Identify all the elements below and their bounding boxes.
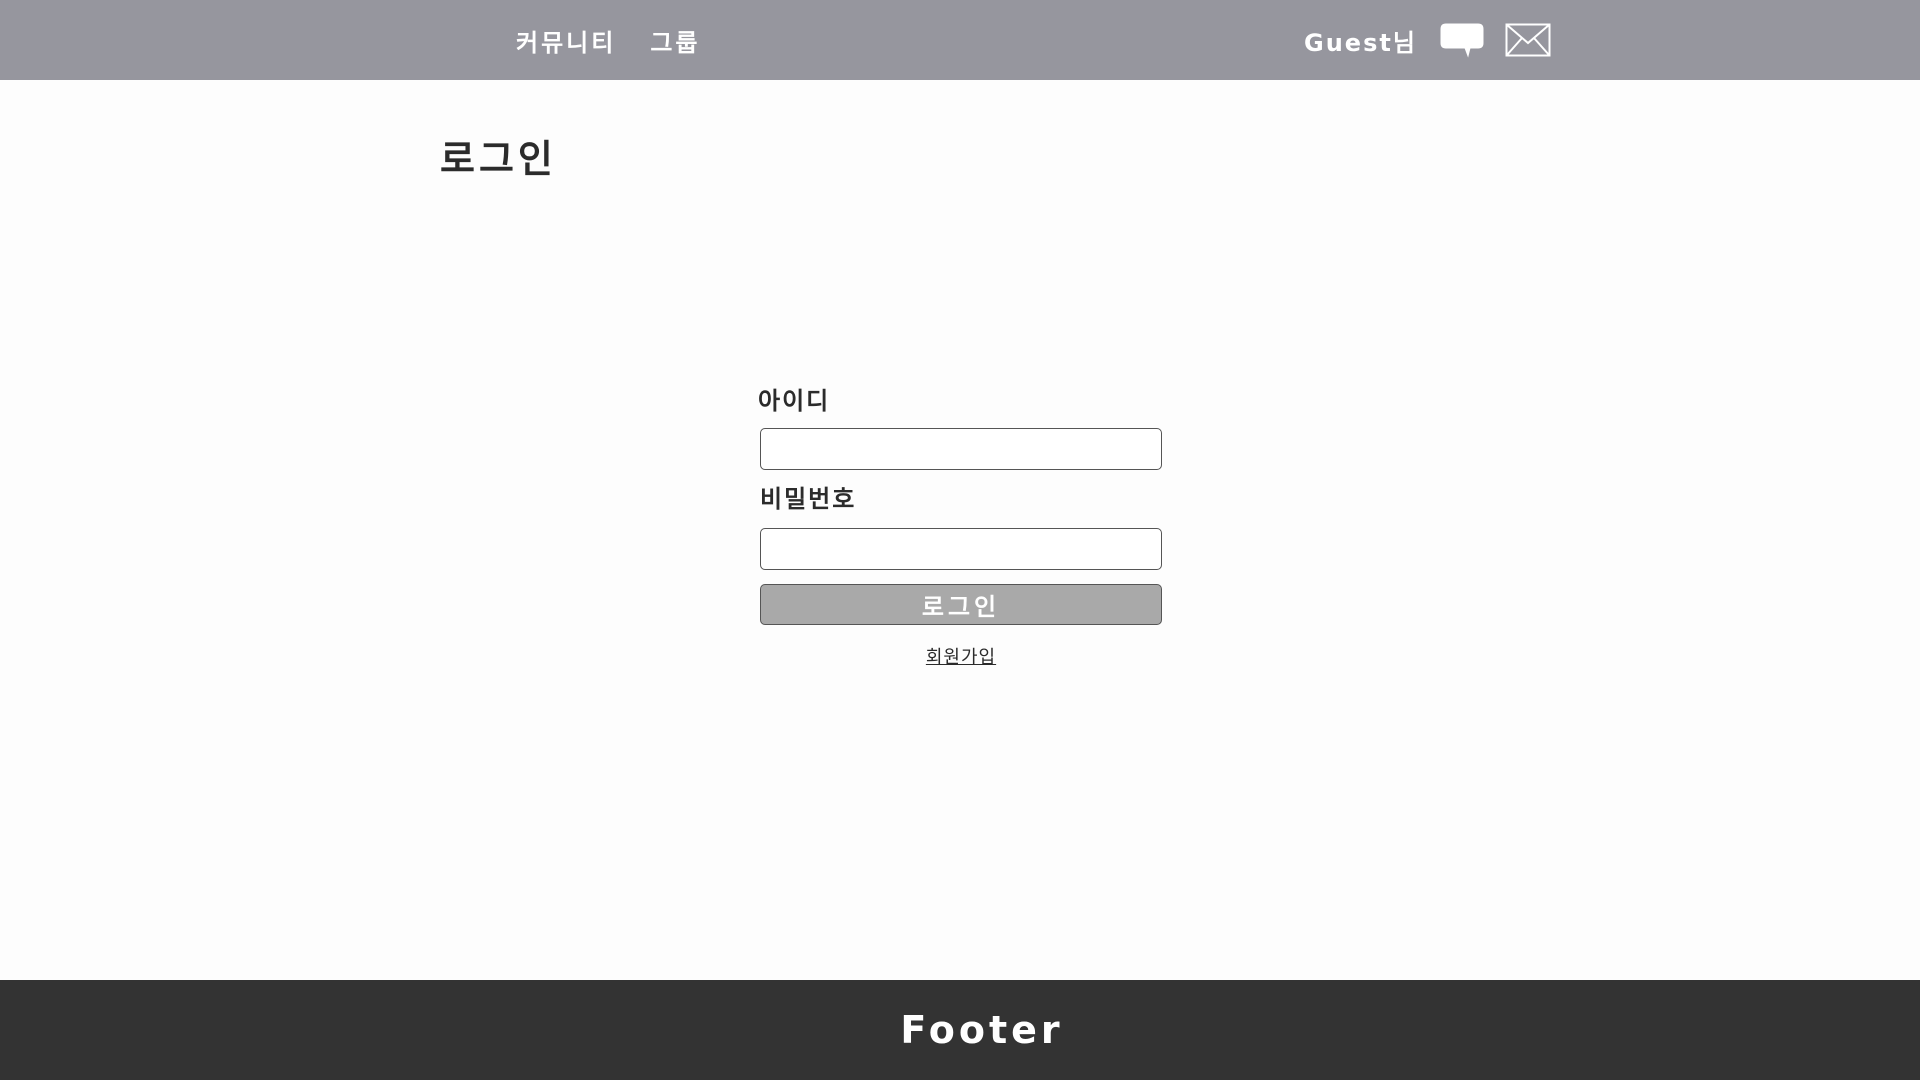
id-input[interactable] (760, 428, 1162, 470)
nav-link-community[interactable]: 커뮤니티 (516, 23, 616, 58)
footer: Footer (0, 980, 1920, 1080)
nav-link-group[interactable]: 그룹 (650, 23, 700, 58)
login-form: 아이디 비밀번호 로그인 회원가입 (758, 380, 1162, 669)
mail-button[interactable] (1505, 23, 1551, 57)
signup-link[interactable]: 회원가입 (760, 643, 1162, 669)
main-nav: 커뮤니티 그룹 (516, 0, 701, 80)
id-label: 아이디 (758, 387, 831, 415)
speech-bubble-icon (1440, 23, 1484, 58)
envelope-icon (1505, 23, 1551, 57)
top-header: 커뮤니티 그룹 Guest님 (0, 0, 1920, 80)
page-title: 로그인 (440, 137, 557, 181)
user-area: Guest님 (1304, 0, 1551, 80)
password-input[interactable] (760, 528, 1162, 570)
login-button[interactable]: 로그인 (760, 584, 1162, 625)
chat-button[interactable] (1439, 22, 1485, 58)
password-label: 비밀번호 (760, 485, 857, 513)
footer-text: Footer (900, 1008, 1064, 1052)
user-greeting[interactable]: Guest님 (1304, 23, 1417, 58)
